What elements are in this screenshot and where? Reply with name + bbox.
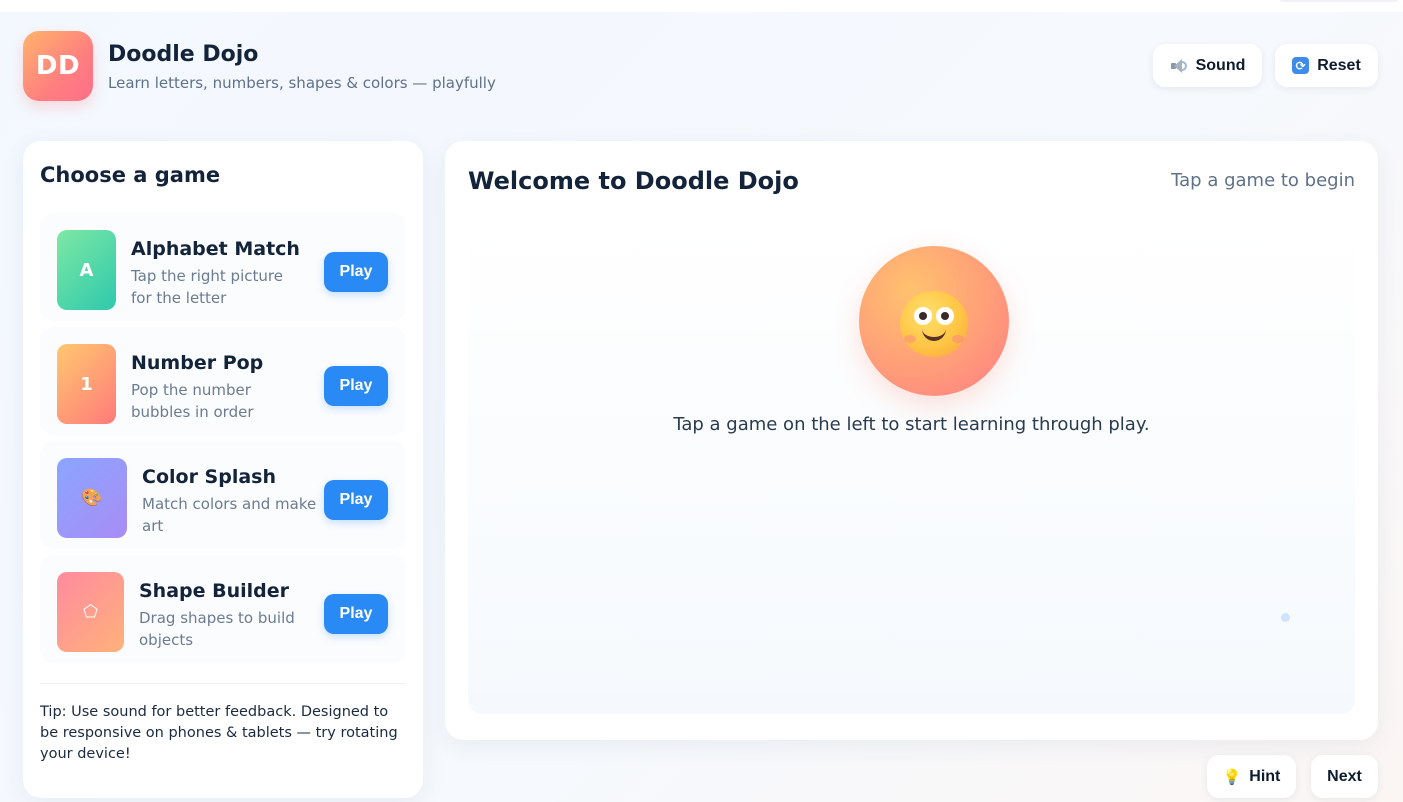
divider	[40, 683, 406, 684]
palette-icon: 🎨	[57, 458, 127, 538]
panel-title: Choose a game	[40, 163, 221, 187]
app-logo: DD	[23, 31, 93, 101]
mascot	[859, 246, 1009, 396]
play-button-number-pop[interactable]: Play	[324, 366, 388, 406]
game-name: Shape Builder	[139, 580, 290, 602]
game-icon-text: 1	[80, 373, 93, 395]
game-icon-text: A	[79, 259, 94, 281]
game-description: Tap the right picture for the letter	[131, 267, 283, 307]
main-panel: Welcome to Doodle Dojo Tap a game to beg…	[445, 141, 1378, 740]
play-button-alphabet-match[interactable]: Play	[324, 252, 388, 292]
top-strip	[0, 0, 1403, 12]
hint-button[interactable]: 💡 Hint	[1207, 755, 1296, 798]
game-description: Pop the number bubbles in order	[131, 381, 254, 421]
pentagon-icon: ⬠	[57, 572, 124, 652]
game-icon-text: ⬠	[83, 602, 98, 622]
game-stage: Tap a game on the left to start learning…	[468, 217, 1355, 714]
lightbulb-icon: 💡	[1222, 767, 1242, 786]
game-card-color-splash[interactable]: 🎨 Color Splash Match colors and make art…	[40, 441, 406, 549]
game-name: Number Pop	[131, 352, 264, 374]
tip-text: Tip: Use sound for better feedback. Desi…	[40, 704, 398, 762]
speaker-icon	[1170, 58, 1188, 74]
sound-button[interactable]: Sound	[1153, 44, 1262, 87]
game-description: Drag shapes to build objects	[139, 609, 295, 649]
game-chooser-panel: Choose a game A Alphabet Match Tap the r…	[23, 141, 423, 798]
game-card-shape-builder[interactable]: ⬠ Shape Builder Drag shapes to build obj…	[40, 555, 406, 663]
play-button-shape-builder[interactable]: Play	[324, 594, 388, 634]
top-strip-tab	[1279, 0, 1399, 2]
main-title: Welcome to Doodle Dojo	[468, 167, 799, 195]
game-name: Color Splash	[142, 466, 277, 488]
reset-button[interactable]: ⟳ Reset	[1275, 44, 1378, 87]
next-button-label: Next	[1327, 767, 1362, 785]
app-logo-text: DD	[35, 51, 81, 81]
welcome-message: Tap a game on the left to start learning…	[673, 414, 1150, 435]
game-card-alphabet-match[interactable]: A Alphabet Match Tap the right picture f…	[40, 213, 406, 321]
game-description: Match colors and make art	[142, 495, 317, 535]
main-hint: Tap a game to begin	[1171, 170, 1355, 191]
game-name: Alphabet Match	[131, 238, 300, 260]
hint-button-label: Hint	[1249, 767, 1281, 785]
app-title: Doodle Dojo	[108, 42, 259, 67]
next-button[interactable]: Next	[1311, 755, 1378, 798]
play-button-color-splash[interactable]: Play	[324, 480, 388, 520]
number-one-icon: 1	[57, 344, 116, 424]
app-subtitle: Learn letters, numbers, shapes & colors …	[108, 74, 496, 92]
game-icon-text: 🎨	[81, 488, 103, 508]
decorative-dot	[1281, 613, 1290, 622]
repeat-icon: ⟳	[1292, 57, 1310, 74]
reset-button-label: Reset	[1317, 56, 1361, 74]
smiling-face-icon	[900, 291, 968, 357]
sound-button-label: Sound	[1195, 56, 1246, 74]
letter-a-icon: A	[57, 230, 116, 310]
game-card-number-pop[interactable]: 1 Number Pop Pop the number bubbles in o…	[40, 327, 406, 435]
